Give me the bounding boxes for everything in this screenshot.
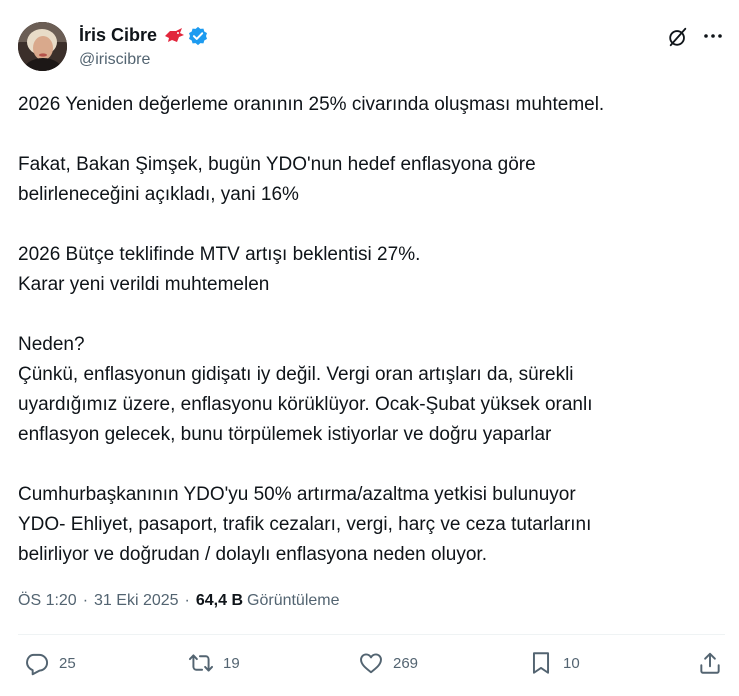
views-count: 64,4 B xyxy=(195,592,244,609)
name-row: İris Cibre xyxy=(79,25,208,46)
text-line: 2026 Yeniden değerleme oranının 25% civa… xyxy=(18,94,605,115)
like-count: 269 xyxy=(393,654,419,672)
more-options-icon[interactable] xyxy=(701,24,725,48)
reply-count: 25 xyxy=(59,654,76,672)
text-line: Karar yeni verildi muhtemelen xyxy=(18,274,270,295)
text-line: enflasyon gelecek, bunu törpülemek istiy… xyxy=(18,424,552,445)
paragraph: 2026 Yeniden değerleme oranının 25% civa… xyxy=(18,90,718,120)
paragraph: 2026 Bütçe teklifinde MTV artışı beklent… xyxy=(18,240,718,300)
bookmark-count: 10 xyxy=(563,654,580,672)
share-icon xyxy=(700,652,720,674)
text-line: Fakat, Bakan Şimşek, bugün YDO'nun hedef… xyxy=(18,154,536,175)
meta-separator: · xyxy=(184,592,190,609)
views-label: Görüntüleme xyxy=(247,592,340,609)
retweet-button[interactable]: 19 xyxy=(188,650,240,676)
retweet-count: 19 xyxy=(223,654,240,672)
bird-emoji-icon xyxy=(163,27,185,45)
handle[interactable]: @iriscibre xyxy=(79,51,150,69)
tweet-meta: ÖS 1:20 · 31 Eki 2025 · 64,4 B Görüntüle… xyxy=(18,592,340,610)
bookmark-icon xyxy=(532,652,550,674)
like-button[interactable]: 269 xyxy=(358,650,418,676)
bookmark-button[interactable]: 10 xyxy=(528,650,580,676)
avatar-image xyxy=(18,22,67,71)
post-date-link[interactable]: 31 Eki 2025 xyxy=(94,592,179,610)
text-line: Neden? xyxy=(18,334,85,355)
text-line: Cumhurbaşkanının YDO'yu 50% artırma/azal… xyxy=(18,484,576,505)
tweet-header: İris Cibre @iriscibre xyxy=(18,20,725,74)
reply-button[interactable]: 25 xyxy=(24,650,76,676)
tweet-text: 2026 Yeniden değerleme oranının 25% civa… xyxy=(18,90,718,570)
verified-badge-icon[interactable] xyxy=(188,26,208,46)
text-line: YDO- Ehliyet, pasaport, trafik cezaları,… xyxy=(18,514,592,535)
share-button[interactable] xyxy=(697,650,723,676)
divider xyxy=(18,634,725,635)
paragraph: Neden? Çünkü, enflasyonun gidişatı iy de… xyxy=(18,330,718,450)
avatar[interactable] xyxy=(18,22,67,71)
retweet-icon xyxy=(188,654,214,672)
text-line: Çünkü, enflasyonun gidişatı iy değil. Ve… xyxy=(18,364,574,385)
reply-icon xyxy=(26,653,49,676)
display-name[interactable]: İris Cibre xyxy=(79,25,157,46)
paragraph: Cumhurbaşkanının YDO'yu 50% artırma/azal… xyxy=(18,480,718,570)
heart-icon xyxy=(360,653,382,674)
grok-icon[interactable] xyxy=(667,26,689,48)
tweet: İris Cibre @iriscibre 2026 Yeniden değer… xyxy=(0,0,739,696)
text-line: uyardığımız üzere, enflasyonu körüklüyor… xyxy=(18,394,593,415)
text-line: belirleneceğini açıkladı, yani 16% xyxy=(18,184,299,205)
paragraph: Fakat, Bakan Şimşek, bugün YDO'nun hedef… xyxy=(18,150,718,210)
meta-separator: · xyxy=(82,592,89,609)
text-line: belirliyor ve doğrudan / dolaylı enflasy… xyxy=(18,544,487,565)
action-bar: 25 19 269 10 xyxy=(18,650,725,680)
text-line: 2026 Bütçe teklifinde MTV artışı beklent… xyxy=(18,244,421,265)
post-time-link[interactable]: ÖS 1:20 xyxy=(18,592,77,610)
